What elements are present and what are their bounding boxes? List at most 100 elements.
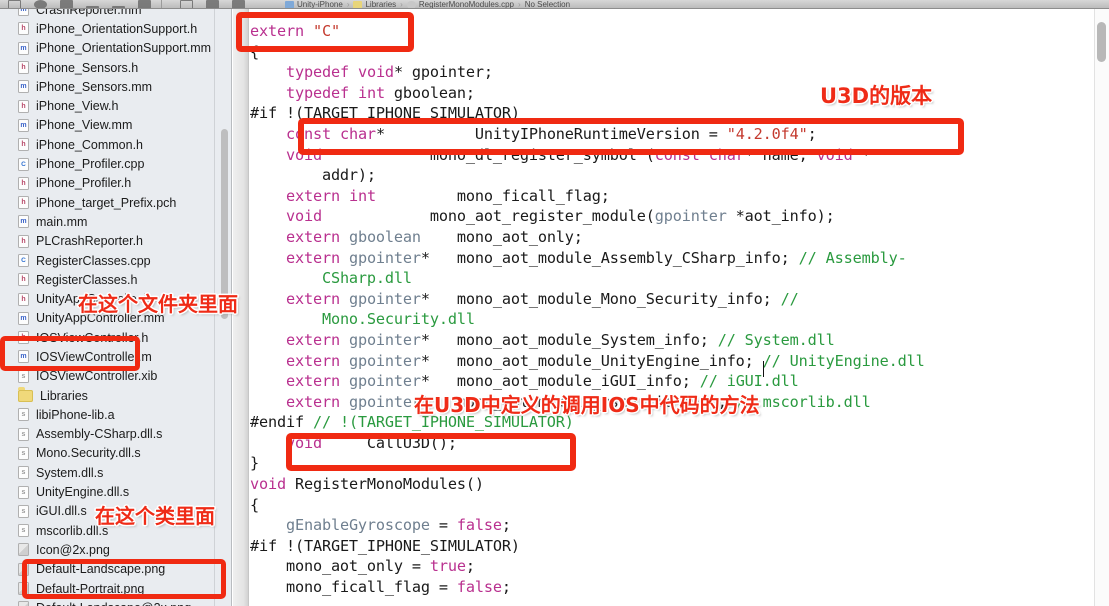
code-token: true [429, 557, 466, 576]
file-list-item[interactable]: h iPhone_View.h [0, 96, 231, 115]
m-file-icon: m [18, 9, 29, 17]
file-list-item-label: IOSViewController.m [36, 349, 152, 364]
s-file-icon: s [18, 485, 29, 499]
list-icon[interactable] [180, 0, 193, 8]
code-token: int [357, 83, 385, 102]
file-list-item[interactable]: m IOSViewController.m [0, 347, 231, 366]
file-list-item-label: Mono.Security.dll.s [36, 446, 141, 461]
toolbar-divider [161, 0, 162, 8]
file-list-item-label: iPhone_View.mm [36, 118, 133, 133]
toolbar: Unity-iPhone › Libraries › RegisterMonoM… [0, 0, 1109, 9]
breadcrumb-separator: › [400, 0, 403, 9]
code-line: extern int mono_ficall_flag; [250, 186, 1093, 207]
breadcrumb-item-project[interactable]: Unity-iPhone [285, 0, 343, 8]
code-line: extern "C" [250, 21, 1093, 42]
file-list-item[interactable]: s IOSViewController.xib [0, 367, 231, 386]
file-list-item[interactable]: s Mono.Security.dll.s [0, 444, 231, 463]
file-list-item[interactable]: h iPhone_OrientationSupport.h [0, 19, 231, 38]
s-file-icon: s [18, 369, 29, 383]
code-line: typedef int gboolean; [250, 83, 1093, 104]
code-line: #if !(TARGET_IPHONE_SIMULATOR) [250, 103, 1093, 124]
file-list-item[interactable]: h RegisterClasses.h [0, 270, 231, 289]
file-list-item[interactable]: s libiPhone-lib.a [0, 405, 231, 424]
code-token: // iGUI.dll [699, 372, 799, 391]
code-token: // Assembly- [798, 248, 907, 267]
file-list-item[interactable]: m iPhone_OrientationSupport.mm [0, 39, 231, 58]
file-list-item[interactable]: h iPhone_Profiler.h [0, 174, 231, 193]
code-token: extern [285, 330, 340, 349]
file-list-item[interactable]: Default-Portrait.png [0, 579, 231, 598]
code-line: extern gpointer* mono_aot_module_UnityEn… [250, 351, 1093, 372]
code-token: const [654, 145, 700, 164]
editor-scrollbar[interactable] [1097, 22, 1106, 62]
file-list-item[interactable]: s Assembly-CSharp.dll.s [0, 425, 231, 444]
file-list-item-label: Default-Landscape.png [36, 562, 166, 577]
file-list-item[interactable]: s UnityEngine.dll.s [0, 482, 231, 501]
code-token: extern [285, 186, 340, 205]
code-token: gpointer [348, 330, 421, 349]
s-file-icon: s [18, 446, 29, 460]
code-editor[interactable]: extern "C"{ typedef void* gpointer; type… [233, 9, 1109, 606]
breadcrumb-label: Libraries [365, 0, 397, 9]
file-list-item[interactable]: h iPhone_Common.h [0, 135, 231, 154]
file-list-item-label: CrashReporter.mm [36, 9, 142, 17]
file-list-item-label: iPhone_Profiler.cpp [36, 157, 145, 172]
view-grid-icon[interactable] [8, 0, 21, 8]
code-token: mono_dl_register_symbol ( [321, 145, 655, 164]
code-token: void [357, 63, 394, 82]
stop-icon[interactable] [34, 0, 47, 8]
breadcrumb-item-folder[interactable]: Libraries [353, 0, 397, 9]
editor-scroll-track[interactable] [1094, 9, 1109, 606]
file-list-item-label: iPhone_Common.h [36, 137, 144, 152]
file-list-item[interactable]: Default-Landscape.png [0, 560, 231, 579]
file-list-item[interactable]: Libraries [0, 386, 231, 405]
file-list-item[interactable]: h PLCrashReporter.h [0, 232, 231, 251]
code-token: void [250, 475, 286, 494]
file-list-item[interactable]: s System.dll.s [0, 463, 231, 482]
code-token: gEnableGyroscope [285, 516, 430, 535]
code-token: int [348, 186, 376, 205]
camera-icon[interactable] [60, 0, 73, 8]
breadcrumb-separator: › [518, 0, 521, 9]
s-file-icon: s [18, 504, 29, 518]
file-list-item[interactable]: h iPhone_target_Prefix.pch [0, 193, 231, 212]
code-token: * name, [744, 145, 817, 164]
h-file-icon: h [18, 22, 29, 36]
code-token: false [456, 516, 502, 535]
file-list-item[interactable]: CiPhone_Profiler.cpp [0, 154, 231, 173]
source-code[interactable]: extern "C"{ typedef void* gpointer; type… [250, 21, 1093, 598]
code-token: extern [285, 248, 340, 267]
file-list-item[interactable]: m main.mm [0, 212, 231, 231]
code-line: { [250, 495, 1093, 516]
file-list-item[interactable]: m iPhone_Sensors.mm [0, 77, 231, 96]
h-file-icon: h [18, 273, 29, 287]
code-token: gpointer [348, 372, 421, 391]
breadcrumb-item-file[interactable]: RegisterMonoModules.cpp [406, 0, 514, 8]
code-token: void [285, 207, 322, 226]
back-icon[interactable] [206, 0, 219, 8]
file-list-item-label: RegisterClasses.cpp [36, 253, 151, 268]
code-token: typedef [285, 83, 349, 102]
file-list-item[interactable]: h IOSViewController.h [0, 328, 231, 347]
file-list-item[interactable]: Default-Landscape@2x.png [0, 598, 231, 606]
file-list-item[interactable]: m CrashReporter.mm [0, 9, 231, 19]
h-file-icon: h [18, 61, 29, 75]
code-line: gEnableGyroscope = false; [250, 515, 1093, 536]
code-token: ; [465, 557, 475, 576]
file-list-item[interactable]: h iPhone_Sensors.h [0, 58, 231, 77]
code-token: extern [285, 392, 340, 411]
file-list-item[interactable]: m iPhone_View.mm [0, 116, 231, 135]
file-list-item-label: iPhone_OrientationSupport.mm [36, 41, 212, 56]
forward-icon[interactable] [232, 0, 245, 8]
file-list-item[interactable]: C RegisterClasses.cpp [0, 251, 231, 270]
code-token: * mono_aot_module_iGUI_info; [420, 372, 700, 391]
breadcrumb-item-selection[interactable]: No Selection [525, 0, 570, 8]
filter-icon[interactable] [138, 0, 151, 8]
file-list-item[interactable]: Icon@2x.png [0, 540, 231, 559]
